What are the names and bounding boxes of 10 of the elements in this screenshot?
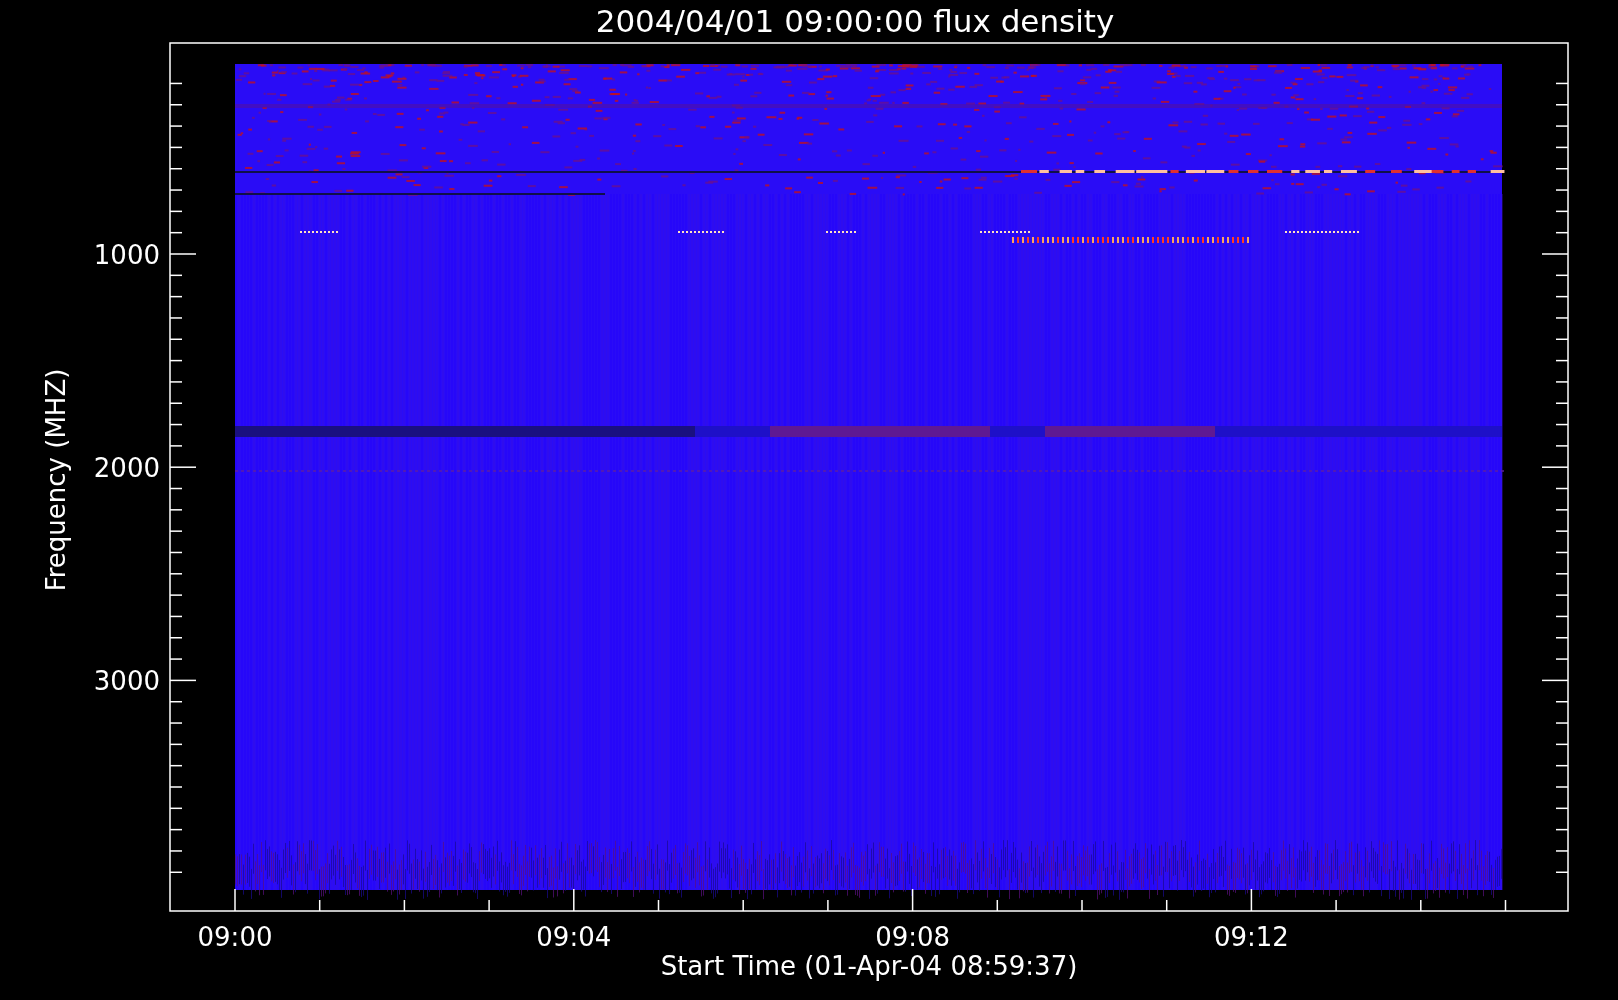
- tick-label: 3000: [93, 666, 160, 697]
- tick-label: 1000: [93, 240, 160, 270]
- tick-label: 2000: [93, 453, 160, 484]
- axis-label: Frequency (MHZ): [41, 368, 71, 592]
- tick-label: 09:12: [1213, 922, 1289, 952]
- tick-label: 09:08: [875, 922, 951, 952]
- axis-label: Start Time (01-Apr-04 08:59:37): [660, 951, 1078, 981]
- chart-title: 2004/04/01 09:00:00 flux density: [595, 3, 1115, 39]
- tick-label: 09:00: [197, 922, 273, 952]
- tick-label: 09:04: [536, 922, 612, 952]
